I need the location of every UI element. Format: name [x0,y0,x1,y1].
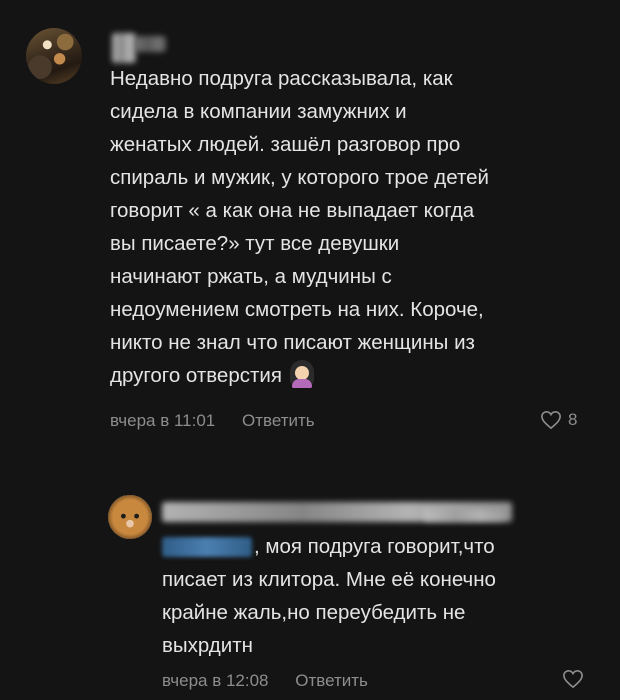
like-count: 8 [568,410,578,429]
mention-redacted[interactable] [162,537,252,557]
comment-1: Недавно подруга рассказывала, как сидела… [0,0,620,460]
comment-text: Недавно подруга рассказывала, как сидела… [110,62,610,392]
comment-2: , моя подруга говорит,что писает из клит… [0,470,620,700]
comment-text: , моя подруга говорит,что писает из клит… [162,530,612,662]
comment-meta: вчера в 11:01 Ответить [110,411,315,431]
author-name-redacted-extra [424,510,504,522]
heart-icon [563,669,583,689]
author-name-redacted-extra [136,36,166,52]
like-button[interactable] [562,669,584,689]
avatar[interactable] [26,28,82,84]
comment-text-body: Недавно подруга рассказывала, как сидела… [110,67,489,387]
reply-button[interactable]: Ответить [242,411,315,430]
reply-button[interactable]: Ответить [295,671,368,690]
woman-facepalming-emoji [288,360,316,388]
author-name-redacted[interactable] [112,33,136,63]
avatar[interactable] [108,495,152,539]
like-button[interactable]: 8 [540,410,577,430]
comment-timestamp: вчера в 11:01 [110,411,216,430]
comment-meta: вчера в 12:08 Ответить [162,671,368,691]
comment-timestamp: вчера в 12:08 [162,671,269,690]
heart-icon [541,410,561,430]
